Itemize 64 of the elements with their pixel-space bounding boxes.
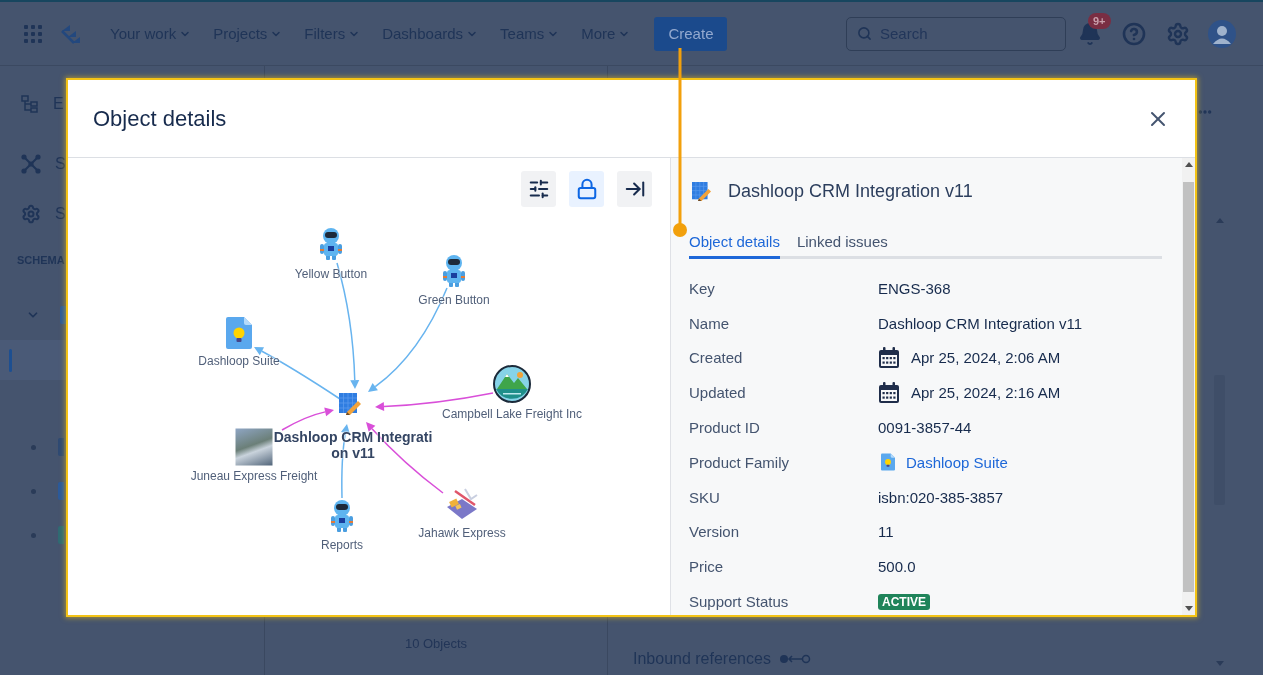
field-value: ENGS-368	[878, 279, 952, 297]
mountain-lake-icon[interactable]	[493, 365, 531, 403]
field-value: 0091-3857-44	[878, 419, 973, 437]
node-label: Juneau Express Freight	[190, 469, 318, 483]
create-button[interactable]: Create	[654, 16, 728, 51]
hierarchy-icon	[21, 95, 39, 113]
lock-icon	[575, 178, 598, 200]
bullet-icon	[31, 444, 36, 450]
reference-arrow-icon	[778, 654, 811, 664]
document-edit-icon	[692, 181, 711, 201]
field-value: Apr 25, 2024, 2:16 AM	[911, 384, 1061, 402]
field-value: 500.0	[878, 558, 917, 576]
dialog-title: Object details	[93, 105, 227, 132]
scroll-down-icon[interactable]	[1184, 606, 1193, 611]
item-icon	[58, 526, 64, 544]
scrollbar-thumb[interactable]	[1183, 181, 1194, 592]
reference-link[interactable]: Dashloop Suite	[906, 453, 1008, 471]
search-icon	[857, 25, 872, 41]
node-label: Reports	[321, 538, 363, 552]
robot-icon[interactable]	[329, 500, 355, 532]
tab[interactable]: Linked issues	[796, 229, 888, 259]
graph-tool-button[interactable]	[617, 171, 652, 207]
field-label: Name	[689, 314, 730, 332]
lightbulb-document-icon[interactable]	[226, 317, 252, 349]
field-value: Dashloop CRM Integration v11	[878, 314, 1083, 332]
graph-tool-button[interactable]	[521, 171, 556, 207]
object-title: Dashloop CRM Integration v11	[728, 180, 973, 202]
sliders-icon	[527, 178, 550, 200]
robot-icon[interactable]	[318, 228, 344, 260]
tab[interactable]: Object details	[689, 229, 780, 259]
node-label: Dashloop Suite	[198, 354, 280, 368]
bullet-icon	[31, 532, 36, 538]
field-label: Price	[689, 558, 725, 576]
field-label: Product Family	[689, 453, 791, 471]
field-label: Key	[689, 279, 716, 297]
gear-icon	[21, 204, 41, 224]
node-label: Jahawk Express	[418, 526, 506, 540]
notification-badge: 9+	[1088, 12, 1111, 29]
scroll-up-icon[interactable]	[1184, 162, 1193, 167]
calendar-icon	[878, 381, 900, 404]
node-label: Campbell Lake Freight Inc	[441, 407, 583, 421]
field-label: Created	[689, 349, 744, 367]
field-label: Support Status	[689, 593, 790, 611]
field-label: Version	[689, 523, 741, 541]
network-icon	[21, 154, 41, 174]
photo-placeholder[interactable]	[235, 428, 273, 466]
robot-icon[interactable]	[441, 255, 467, 287]
item-icon	[58, 482, 64, 500]
field-label: Product ID	[689, 419, 761, 437]
map-icon[interactable]	[445, 487, 479, 521]
field-value: 11	[878, 523, 895, 541]
avatar-icon[interactable]	[1208, 19, 1236, 48]
field-value: isbn:020-385-3857	[878, 488, 1005, 506]
calendar-icon	[878, 347, 900, 369]
item-icon	[58, 438, 64, 456]
lightbulb-document-icon	[881, 453, 895, 472]
field-label: SKU	[689, 488, 721, 506]
field-label: Updated	[689, 384, 747, 402]
scrollbar[interactable]	[1182, 158, 1195, 615]
document-edit-icon[interactable]	[339, 393, 361, 415]
bullet-icon	[31, 488, 36, 494]
item-icon	[60, 306, 66, 324]
field-value: Apr 25, 2024, 2:06 AM	[911, 349, 1061, 367]
status-lozenge: ACTIVE	[878, 593, 930, 610]
